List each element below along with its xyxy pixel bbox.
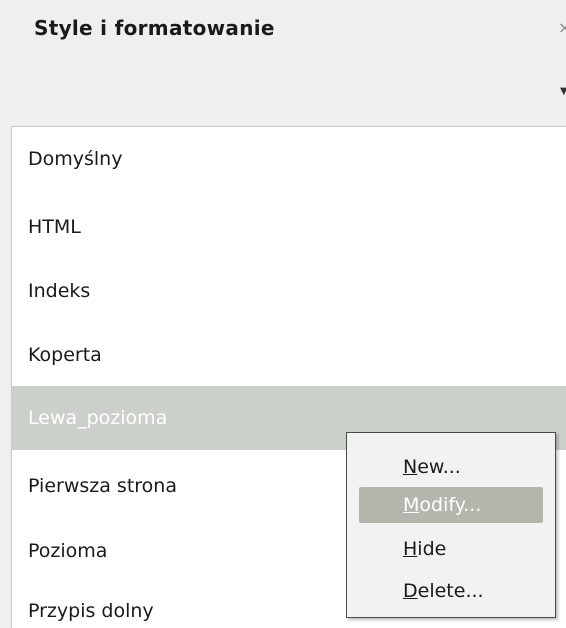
list-item[interactable]: Domyślny [12,127,566,191]
style-label: Lewa_pozioma [28,407,168,429]
menu-item-new[interactable]: New... [359,449,543,485]
menu-mnemonic: D [403,580,418,602]
context-menu: New... Modify... Hide Delete... [346,432,556,618]
style-toolbar: ¶ A [0,64,566,174]
list-item[interactable]: Koperta [12,323,566,387]
menu-mnemonic: H [403,538,418,560]
menu-item-modify[interactable]: Modify... [359,487,543,523]
style-label: Koperta [28,344,102,366]
panel-header: Style i formatowanie × [0,0,566,64]
style-label: Pierwsza strona [28,475,177,497]
menu-mnemonic: N [403,456,418,478]
style-label: Indeks [28,280,91,302]
style-label: HTML [28,216,81,238]
dropdown-arrow-icon[interactable]: ▼ [560,86,566,97]
list-item[interactable]: HTML [12,195,566,259]
menu-label: odify... [419,494,482,516]
style-label: Pozioma [28,540,108,562]
close-icon[interactable]: × [558,18,566,37]
style-label: Przypis dolny [28,600,154,622]
menu-label: elete... [417,580,484,602]
menu-mnemonic: M [403,494,420,516]
style-label: Domyślny [28,148,123,170]
menu-label: ew... [417,456,461,478]
list-item[interactable]: Indeks [12,259,566,323]
menu-item-delete[interactable]: Delete... [359,573,543,609]
menu-label: ide [417,538,447,560]
menu-item-hide[interactable]: Hide [359,531,543,567]
panel-title: Style i formatowanie [34,16,275,40]
